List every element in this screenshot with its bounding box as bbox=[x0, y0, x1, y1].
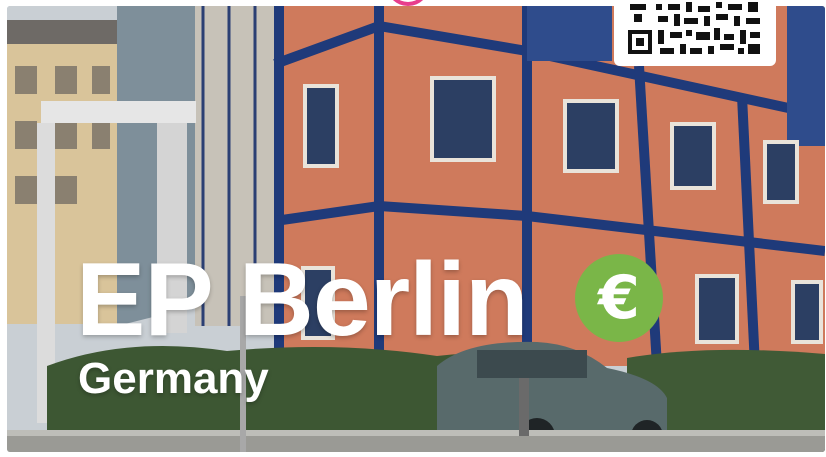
page-title: EP Berlin bbox=[76, 242, 528, 358]
euro-currency-icon: € bbox=[575, 254, 663, 342]
qr-code[interactable] bbox=[614, 0, 776, 66]
country-subtitle: Germany bbox=[78, 354, 269, 403]
qr-code-icon bbox=[624, 0, 766, 60]
location-card: EP Berlin Germany € bbox=[0, 0, 826, 457]
